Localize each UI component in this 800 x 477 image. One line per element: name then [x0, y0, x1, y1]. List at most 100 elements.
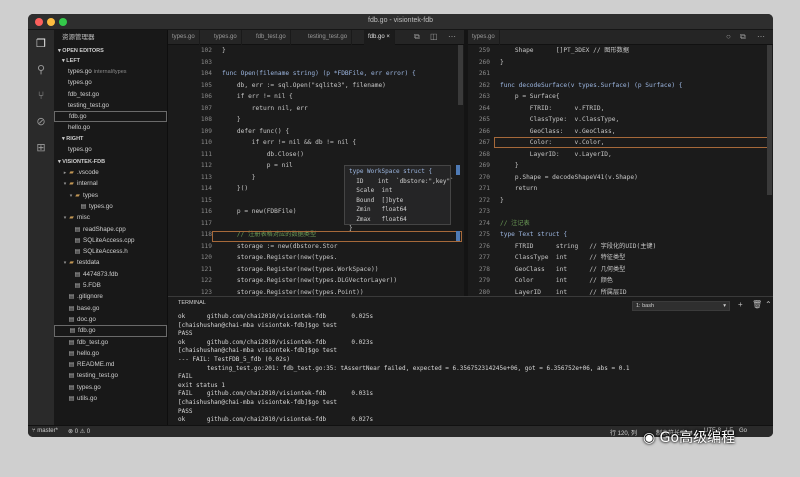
left-group-header[interactable]: ▾ LEFT: [54, 56, 167, 66]
code-line[interactable]: Shape []PT_3DEX // 图形数据: [500, 45, 683, 57]
code-line[interactable]: if err != nil {: [222, 91, 416, 103]
tree-item[interactable]: ▤ fdb_test.go: [54, 337, 167, 348]
close-icon[interactable]: ×: [386, 34, 390, 40]
code-line[interactable]: p = Surface{: [500, 91, 683, 103]
tree-item[interactable]: ▾ ▰ types: [54, 190, 167, 201]
code-line[interactable]: // 注记表: [500, 218, 683, 230]
open-editor-item[interactable]: fdb.go: [54, 111, 167, 123]
code-line[interactable]: GeoClass: v.GeoClass,: [500, 126, 683, 138]
right-group-header[interactable]: ▾ RIGHT: [54, 134, 167, 144]
circle-icon[interactable]: ○: [726, 32, 731, 41]
tree-item[interactable]: ▾ ▰ misc: [54, 212, 167, 223]
tab-testing-test-go[interactable]: testing_test.go: [304, 30, 353, 45]
trash-icon[interactable]: 🗑: [752, 300, 762, 309]
tree-item[interactable]: ▤ fdb.go: [54, 325, 167, 337]
tab-types-go-2[interactable]: types.go: [210, 30, 242, 45]
code-line[interactable]: storage.Register(new(types.: [222, 252, 416, 264]
tree-item[interactable]: ▤ utils.go: [54, 393, 167, 404]
tree-item[interactable]: ▤ types.go: [54, 201, 167, 212]
explorer-icon[interactable]: ❐: [35, 38, 47, 50]
tree-item[interactable]: ▾ ▰ internal: [54, 178, 167, 189]
code-line[interactable]: }: [222, 114, 416, 126]
scrollbar[interactable]: [767, 45, 772, 195]
code-line[interactable]: GeoClass int // 几何类型: [500, 264, 683, 276]
code-line[interactable]: func decodeSurface(v types.Surface) (p S…: [500, 80, 683, 92]
code-line[interactable]: [500, 68, 683, 80]
code-line[interactable]: ClassType: v.ClassType,: [500, 114, 683, 126]
code-line[interactable]: type Text struct {: [500, 229, 683, 241]
code-line[interactable]: LayerID: v.LayerID,: [500, 149, 683, 161]
maximize-icon[interactable]: ⌃: [765, 300, 772, 309]
code-line[interactable]: Color int // 颜色: [500, 275, 683, 287]
tree-item[interactable]: ▾ ▰ testdata: [54, 257, 167, 268]
tree-item[interactable]: ▤ base.go: [54, 303, 167, 314]
code-line[interactable]: p.Shape = decodeShapeV41(v.Shape): [500, 172, 683, 184]
split-editor-icon[interactable]: ⧉: [414, 32, 420, 42]
search-icon[interactable]: ⚲: [35, 64, 47, 76]
debug-icon[interactable]: ⊘: [35, 116, 47, 128]
tree-item[interactable]: ▤ types.go: [54, 382, 167, 393]
tree-item[interactable]: ▤ readShape.cpp: [54, 224, 167, 235]
tree-item[interactable]: ▤ 5.FDB: [54, 280, 167, 291]
code-line[interactable]: LayerID int // 所属层ID: [500, 287, 683, 297]
code-line[interactable]: func Open(filename string) (p *FDBFile, …: [222, 68, 416, 80]
open-editor-item[interactable]: types.go: [54, 77, 167, 88]
tree-item[interactable]: ▸ ▰ .vscode: [54, 167, 167, 178]
tree-item[interactable]: ▤ README.md: [54, 359, 167, 370]
tree-item[interactable]: ▤ doc.go: [54, 314, 167, 325]
project-header[interactable]: ▾ VISIONTEK-FDB: [54, 157, 167, 167]
tab-types-go-1[interactable]: types.go: [168, 30, 200, 45]
code-line[interactable]: storage := new(dbstore.Stor: [222, 241, 416, 253]
code-line[interactable]: return nil, err: [222, 103, 416, 115]
language-mode[interactable]: Go: [739, 428, 747, 434]
split-editor-icon[interactable]: ⧉: [740, 32, 746, 42]
tab-fdb-test-go[interactable]: fdb_test.go: [252, 30, 291, 45]
code-line[interactable]: return: [500, 183, 683, 195]
problems-status[interactable]: ⊗ 0 ⚠ 0: [68, 428, 90, 435]
branch-status[interactable]: ⑂ master*: [32, 428, 58, 434]
tab-fdb-go[interactable]: fdb.go ×: [364, 30, 395, 45]
terminal-select[interactable]: 1: bash ▾: [632, 301, 730, 311]
code-line[interactable]: }: [500, 195, 683, 207]
code-line[interactable]: ClassType int // 特征类型: [500, 252, 683, 264]
tree-item[interactable]: ▤ hello.go: [54, 348, 167, 359]
more-icon[interactable]: ⋯: [757, 32, 765, 41]
tree-item[interactable]: ▤ testing_test.go: [54, 370, 167, 381]
right-editor[interactable]: 259 260 261 262 263 264 265 266 267 268 269 270 271 2…: [468, 45, 773, 296]
open-editor-item[interactable]: hello.go: [54, 122, 167, 133]
open-editors-header[interactable]: ▾ OPEN EDITORS: [54, 46, 167, 56]
code-line[interactable]: FTRID string // 字段化的UID(主键): [500, 241, 683, 253]
terminal-tab[interactable]: TERMINAL: [178, 300, 206, 306]
code-line[interactable]: }: [222, 45, 416, 57]
tree-item[interactable]: ▤ SQLiteAccess.h: [54, 246, 167, 257]
open-editor-item[interactable]: types.go: [54, 144, 167, 155]
open-editor-item[interactable]: testing_test.go: [54, 100, 167, 111]
terminal-output[interactable]: ok github.com/chai2010/visiontek-fdb 0.0…: [178, 313, 630, 437]
code-line[interactable]: }: [500, 160, 683, 172]
code-line[interactable]: }: [500, 57, 683, 69]
tree-item[interactable]: ▤ .gitignore: [54, 291, 167, 302]
code-line[interactable]: [222, 57, 416, 69]
open-editor-item[interactable]: types.go internal/types: [54, 66, 167, 77]
tree-item[interactable]: ▤ SQLiteAccess.cpp: [54, 235, 167, 246]
code-line[interactable]: storage.Register(new(types.WorkSpace)): [222, 264, 416, 276]
add-icon[interactable]: +: [738, 300, 743, 309]
code-line[interactable]: defer func() {: [222, 126, 416, 138]
cursor-position[interactable]: 行 120, 列: [610, 428, 637, 437]
extensions-icon[interactable]: ⊞: [35, 142, 47, 154]
source-control-icon[interactable]: ⑂: [35, 90, 47, 102]
code-area[interactable]: Shape []PT_3DEX // 图形数据} func decodeSurfa…: [500, 45, 683, 296]
open-editor-item[interactable]: fdb_test.go: [54, 89, 167, 100]
code-line[interactable]: [500, 206, 683, 218]
code-line[interactable]: storage.Register(new(types.DLGVectorLaye…: [222, 275, 416, 287]
layout-icon[interactable]: ◫: [430, 32, 438, 41]
tab-types-go-right[interactable]: types.go: [468, 30, 500, 45]
code-line[interactable]: FTRID: v.FTRID,: [500, 103, 683, 115]
code-line[interactable]: db.Close(): [222, 149, 416, 161]
more-icon[interactable]: ⋯: [448, 32, 456, 41]
code-line[interactable]: db, err := sql.Open("sqlite3", filename): [222, 80, 416, 92]
code-line[interactable]: if err != nil && db != nil {: [222, 137, 416, 149]
scrollbar[interactable]: [458, 45, 463, 105]
tree-item[interactable]: ▤ 4474873.fdb: [54, 269, 167, 280]
code-line[interactable]: storage.Register(new(types.Point)): [222, 287, 416, 297]
